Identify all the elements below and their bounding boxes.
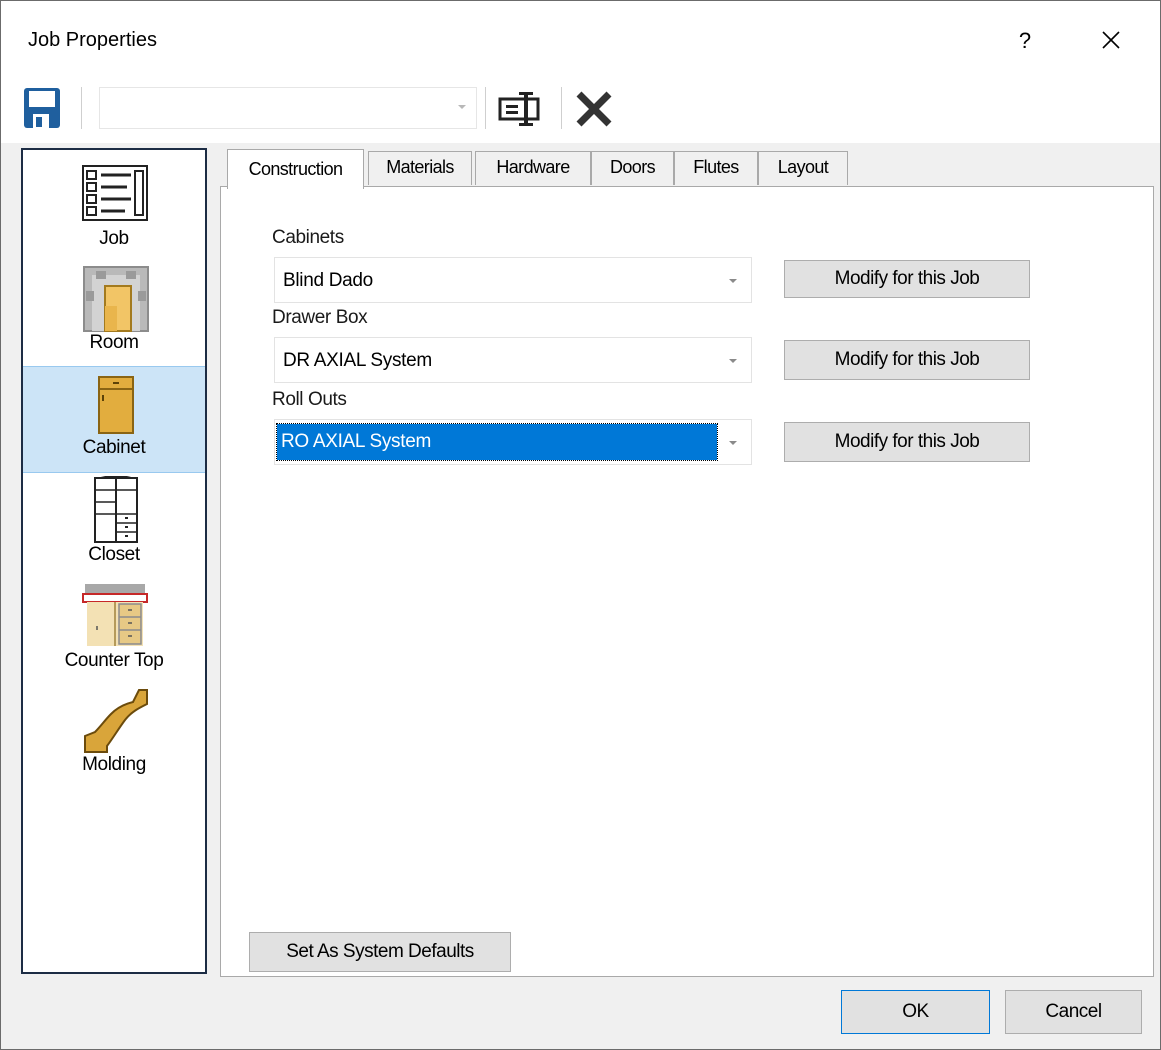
- cabinets-value: Blind Dado: [283, 270, 373, 291]
- modify-roll-outs-button[interactable]: Modify for this Job: [784, 422, 1030, 462]
- profile-combo[interactable]: [99, 87, 477, 129]
- tab-label: Construction: [248, 159, 343, 179]
- save-button[interactable]: [23, 87, 63, 129]
- drawer-box-combo[interactable]: DR AXIAL System: [274, 337, 752, 383]
- construction-panel: Cabinets Blind Dado Modify for this Job …: [220, 186, 1154, 977]
- tab-construction[interactable]: Construction: [227, 149, 364, 189]
- button-label: Modify for this Job: [834, 268, 980, 289]
- sidebar-item-cabinet[interactable]: Cabinet: [23, 366, 205, 473]
- job-list-icon: [82, 165, 148, 221]
- tab-label: Doors: [609, 157, 656, 177]
- tab-label: Flutes: [693, 157, 739, 177]
- title-bar: Job Properties ?: [1, 1, 1160, 73]
- category-sidebar: Job Room Cabinet Closet Counter Top Mold…: [21, 148, 207, 974]
- counter-top-icon: [82, 584, 148, 646]
- cancel-button[interactable]: Cancel: [1005, 990, 1142, 1034]
- sidebar-item-closet[interactable]: Closet: [23, 472, 205, 577]
- roll-outs-label: Roll Outs: [272, 389, 347, 410]
- rename-button[interactable]: [497, 90, 547, 128]
- button-label: Modify for this Job: [834, 431, 980, 452]
- cabinets-combo[interactable]: Blind Dado: [274, 257, 752, 303]
- close-button[interactable]: [1091, 21, 1131, 61]
- job-properties-window: Job Properties ? Job Room Cabinet Closet…: [0, 0, 1161, 1050]
- chevron-down-icon: [458, 105, 466, 109]
- window-title: Job Properties: [28, 29, 157, 51]
- tab-flutes[interactable]: Flutes: [674, 151, 758, 185]
- drawer-box-label: Drawer Box: [272, 307, 368, 328]
- toolbar-separator: [485, 87, 486, 129]
- help-button[interactable]: ?: [1005, 21, 1045, 61]
- sidebar-item-counter-top[interactable]: Counter Top: [23, 578, 205, 683]
- sidebar-item-label: Cabinet: [82, 437, 146, 458]
- sidebar-item-room[interactable]: Room: [23, 260, 205, 365]
- cabinet-icon: [98, 376, 134, 434]
- delete-icon: [576, 91, 612, 127]
- tab-label: Materials: [386, 157, 454, 177]
- drawer-box-value: DR AXIAL System: [283, 350, 432, 371]
- button-label: Modify for this Job: [834, 349, 980, 370]
- chevron-down-icon: [729, 279, 737, 283]
- toolbar-separator: [81, 87, 82, 129]
- modify-cabinets-button[interactable]: Modify for this Job: [784, 260, 1030, 298]
- tab-label: Layout: [777, 157, 829, 177]
- tab-materials[interactable]: Materials: [368, 151, 472, 185]
- closet-icon: [94, 476, 138, 543]
- toolbar-separator: [561, 87, 562, 129]
- room-icon: [83, 266, 149, 332]
- cabinets-label: Cabinets: [272, 227, 344, 248]
- chevron-down-icon: [729, 441, 737, 445]
- chevron-down-icon: [729, 359, 737, 363]
- sidebar-item-job[interactable]: Job: [23, 154, 205, 259]
- close-icon: [1102, 31, 1120, 49]
- roll-outs-combo[interactable]: RO AXIAL System: [274, 419, 752, 465]
- sidebar-item-label: Counter Top: [64, 650, 164, 671]
- sidebar-item-label: Molding: [82, 754, 146, 775]
- tab-layout[interactable]: Layout: [758, 151, 848, 185]
- modify-drawer-box-button[interactable]: Modify for this Job: [784, 340, 1030, 380]
- tab-doors[interactable]: Doors: [591, 151, 674, 185]
- set-system-defaults-button[interactable]: Set As System Defaults: [249, 932, 511, 972]
- button-label: OK: [902, 1001, 929, 1022]
- sidebar-item-label: Closet: [88, 544, 140, 565]
- sidebar-item-molding[interactable]: Molding: [23, 684, 205, 789]
- sidebar-item-label: Job: [99, 228, 129, 249]
- roll-outs-value: RO AXIAL System: [276, 423, 718, 461]
- tab-label: Hardware: [496, 157, 570, 177]
- tab-hardware[interactable]: Hardware: [475, 151, 591, 185]
- ok-button[interactable]: OK: [841, 990, 990, 1034]
- save-icon: [24, 88, 60, 128]
- button-label: Set As System Defaults: [286, 941, 474, 962]
- button-label: Cancel: [1045, 1001, 1102, 1022]
- sidebar-item-label: Room: [89, 332, 139, 353]
- molding-icon: [84, 689, 148, 753]
- delete-button[interactable]: [573, 89, 617, 129]
- rename-icon: [498, 92, 540, 126]
